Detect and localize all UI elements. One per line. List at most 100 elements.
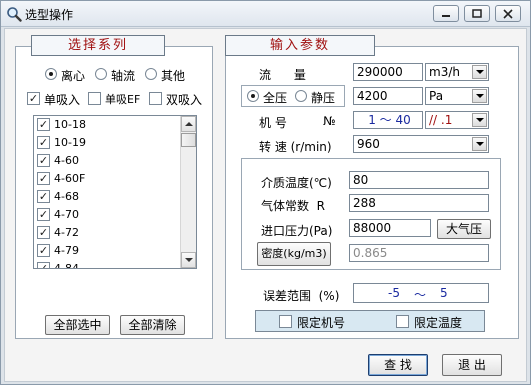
series-name: 4-72 [54,226,79,239]
check-limit-temp[interactable] [396,315,409,328]
model-suffix-value: // .1 [429,113,453,127]
list-item[interactable]: ✓ 4-70 [34,206,196,224]
list-item[interactable]: ✓ 4-68 [34,188,196,206]
check-single-ef[interactable] [88,92,101,105]
title-bar[interactable]: 选型操作 [1,1,530,27]
scroll-up-icon [184,122,193,126]
selection-window: 选型操作 选择系列 离心 轴流 其他 ✓ 单吸入 单吸EF 双吸入 全 部 ✓1… [0,0,531,385]
select-all-button[interactable]: 全部选中 [45,315,110,335]
list-item[interactable]: ✓ 4-60 [34,152,196,170]
check-single-ef-label: 单吸EF [105,93,141,106]
series-name: 10-18 [54,118,86,131]
series-name: 4-60 [54,154,79,167]
radio-centrifugal[interactable] [45,68,57,80]
density-field: 0.865 [349,244,489,262]
radio-axial-label: 轴流 [111,69,136,83]
list-item[interactable]: ✓ 4-84 [34,260,196,269]
error-range-label: 误差范围 (%) [263,289,340,303]
flow-unit-select[interactable]: m3/h [425,63,489,81]
flow-label: 流 量 [259,68,306,82]
series-name: 4-68 [54,190,79,203]
speed-value: 960 [357,137,380,151]
series-list[interactable]: ✓ 10-18 ✓ 10-19 ✓ 4-60 ✓ 4-60F ✓ 4-68 ✓ 4-70 ✓… [33,115,197,269]
model-range-field[interactable]: 1 ～ 40 [353,111,423,129]
radio-other-label: 其他 [161,69,186,83]
series-checkbox[interactable]: ✓ [37,208,50,221]
series-checkbox[interactable]: ✓ [37,118,50,131]
scroll-down-button[interactable] [181,252,196,268]
list-scrollbar[interactable] [180,116,196,268]
pressure-unit-select[interactable]: Pa [425,87,489,105]
dropdown-arrow-icon[interactable] [472,89,487,103]
series-checkbox[interactable]: ✓ [37,226,50,239]
series-checkbox[interactable]: ✓ [37,190,50,203]
radio-static-pressure-label: 静压 [311,91,336,105]
inlet-pressure-label: 进口压力(Pa) [261,224,333,238]
series-name: 4-60F [54,172,86,185]
error-separator: ～ [414,288,427,302]
scroll-thumb[interactable] [181,133,196,147]
medium-temp-input[interactable]: 80 [349,171,489,189]
flow-input[interactable]: 290000 [353,63,423,81]
gas-const-input[interactable]: 288 [349,194,489,212]
series-checkbox[interactable]: ✓ [37,262,50,268]
series-name: 10-19 [54,136,86,149]
magnifier-icon [7,7,22,22]
check-limit-model[interactable] [279,315,292,328]
scroll-down-icon [184,258,193,262]
restore-button[interactable] [464,5,490,22]
list-item[interactable]: ✓ 4-60F [34,170,196,188]
speed-label: 转 速 (r/min) [259,140,332,154]
model-symbol: № [323,114,336,128]
radio-other[interactable] [145,68,157,80]
radio-total-pressure-label: 全压 [263,91,288,105]
list-item[interactable]: ✓ 4-79 [34,242,196,260]
clear-all-button[interactable]: 全部清除 [120,315,185,335]
series-checkbox[interactable]: ✓ [37,172,50,185]
scroll-up-button[interactable] [181,116,196,132]
close-button[interactable] [495,5,521,22]
dropdown-arrow-icon[interactable] [472,137,487,151]
check-double-inlet-label: 双吸入 [166,93,203,107]
dropdown-arrow-icon[interactable] [472,65,487,79]
exit-button[interactable]: 退 出 [442,354,502,376]
model-label: 机 号 [259,116,287,130]
series-group-title: 选择系列 [31,35,165,56]
series-checkbox[interactable]: ✓ [37,136,50,149]
series-name: 4-70 [54,208,79,221]
medium-temp-label: 介质温度(℃) [261,176,332,190]
error-max: 5 [440,286,448,300]
minimize-button[interactable] [433,5,459,22]
radio-total-pressure[interactable] [247,90,259,102]
input-group-title: 输入参数 [225,35,375,56]
gas-const-label: 气体常数 R [261,199,325,213]
model-suffix-select[interactable]: // .1 [425,111,489,129]
check-double-inlet[interactable] [149,92,162,105]
dropdown-arrow-icon[interactable] [472,113,487,127]
inlet-pressure-input[interactable]: 88000 [349,219,431,237]
error-range-field[interactable]: -5 ～ 5 [353,283,489,303]
check-limit-temp-label: 限定温度 [414,316,463,330]
radio-centrifugal-label: 离心 [61,69,86,83]
find-button[interactable]: 查 找 [368,354,428,376]
radio-static-pressure[interactable] [295,90,307,102]
close-icon [503,8,513,19]
minimize-icon [442,14,450,17]
pressure-unit-value: Pa [429,89,444,103]
list-item[interactable]: ✓ 10-19 [34,134,196,152]
series-name: 4-84 [54,262,79,269]
atmosphere-button[interactable]: 大气压 [437,219,491,239]
restore-icon [472,9,482,18]
radio-axial[interactable] [95,68,107,80]
series-checkbox[interactable]: ✓ [37,154,50,167]
list-item[interactable]: ✓ 4-72 [34,224,196,242]
pressure-input[interactable]: 4200 [353,87,423,105]
check-single-inlet[interactable]: ✓ [27,92,40,105]
check-limit-model-label: 限定机号 [297,316,346,330]
density-button[interactable]: 密度(kg/m3) [257,242,331,266]
series-checkbox[interactable]: ✓ [37,244,50,257]
speed-select[interactable]: 960 [353,135,489,153]
series-name: 4-79 [54,244,79,257]
error-min: -5 [388,286,400,300]
list-item[interactable]: ✓ 10-18 [34,116,196,134]
